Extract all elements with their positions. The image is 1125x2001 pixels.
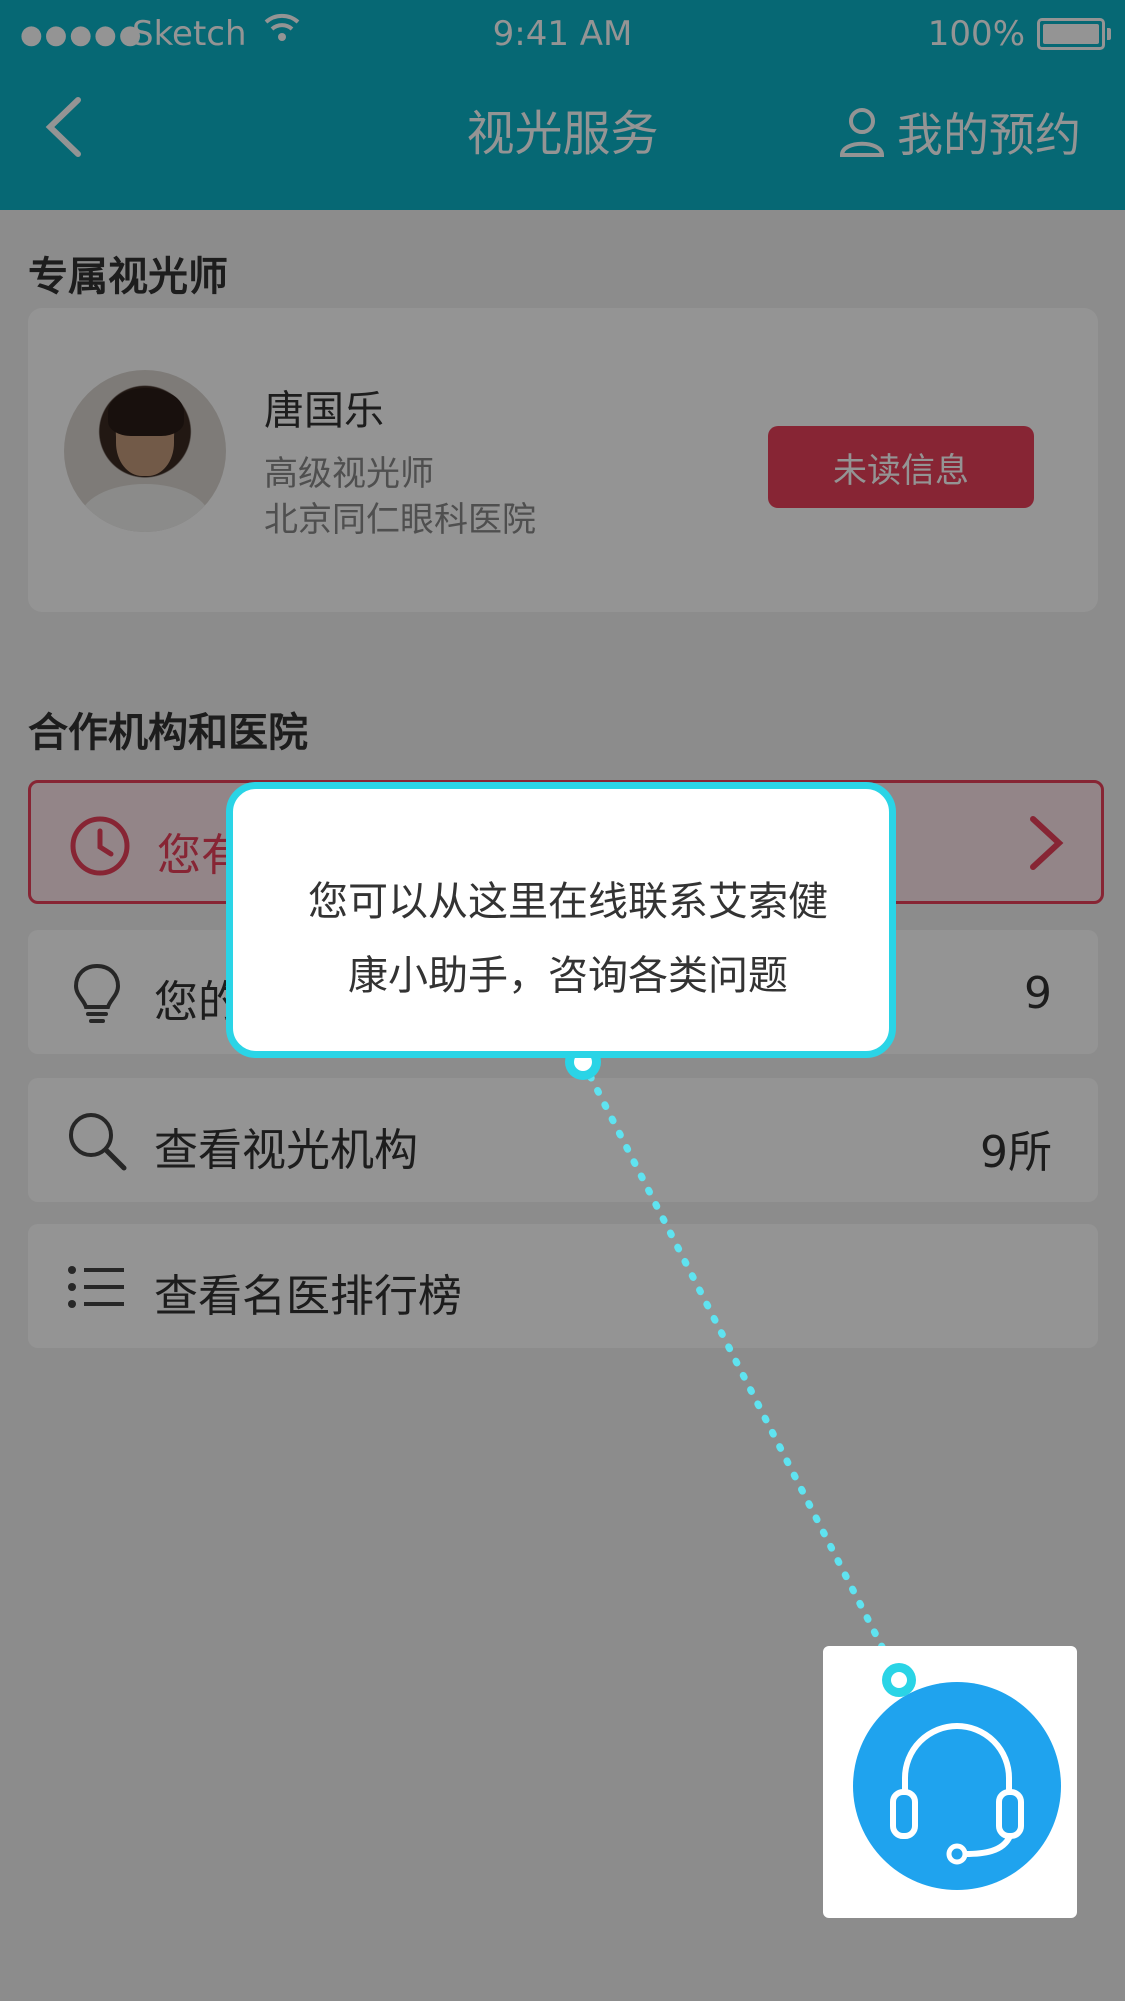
support-connector-end bbox=[882, 1663, 916, 1697]
